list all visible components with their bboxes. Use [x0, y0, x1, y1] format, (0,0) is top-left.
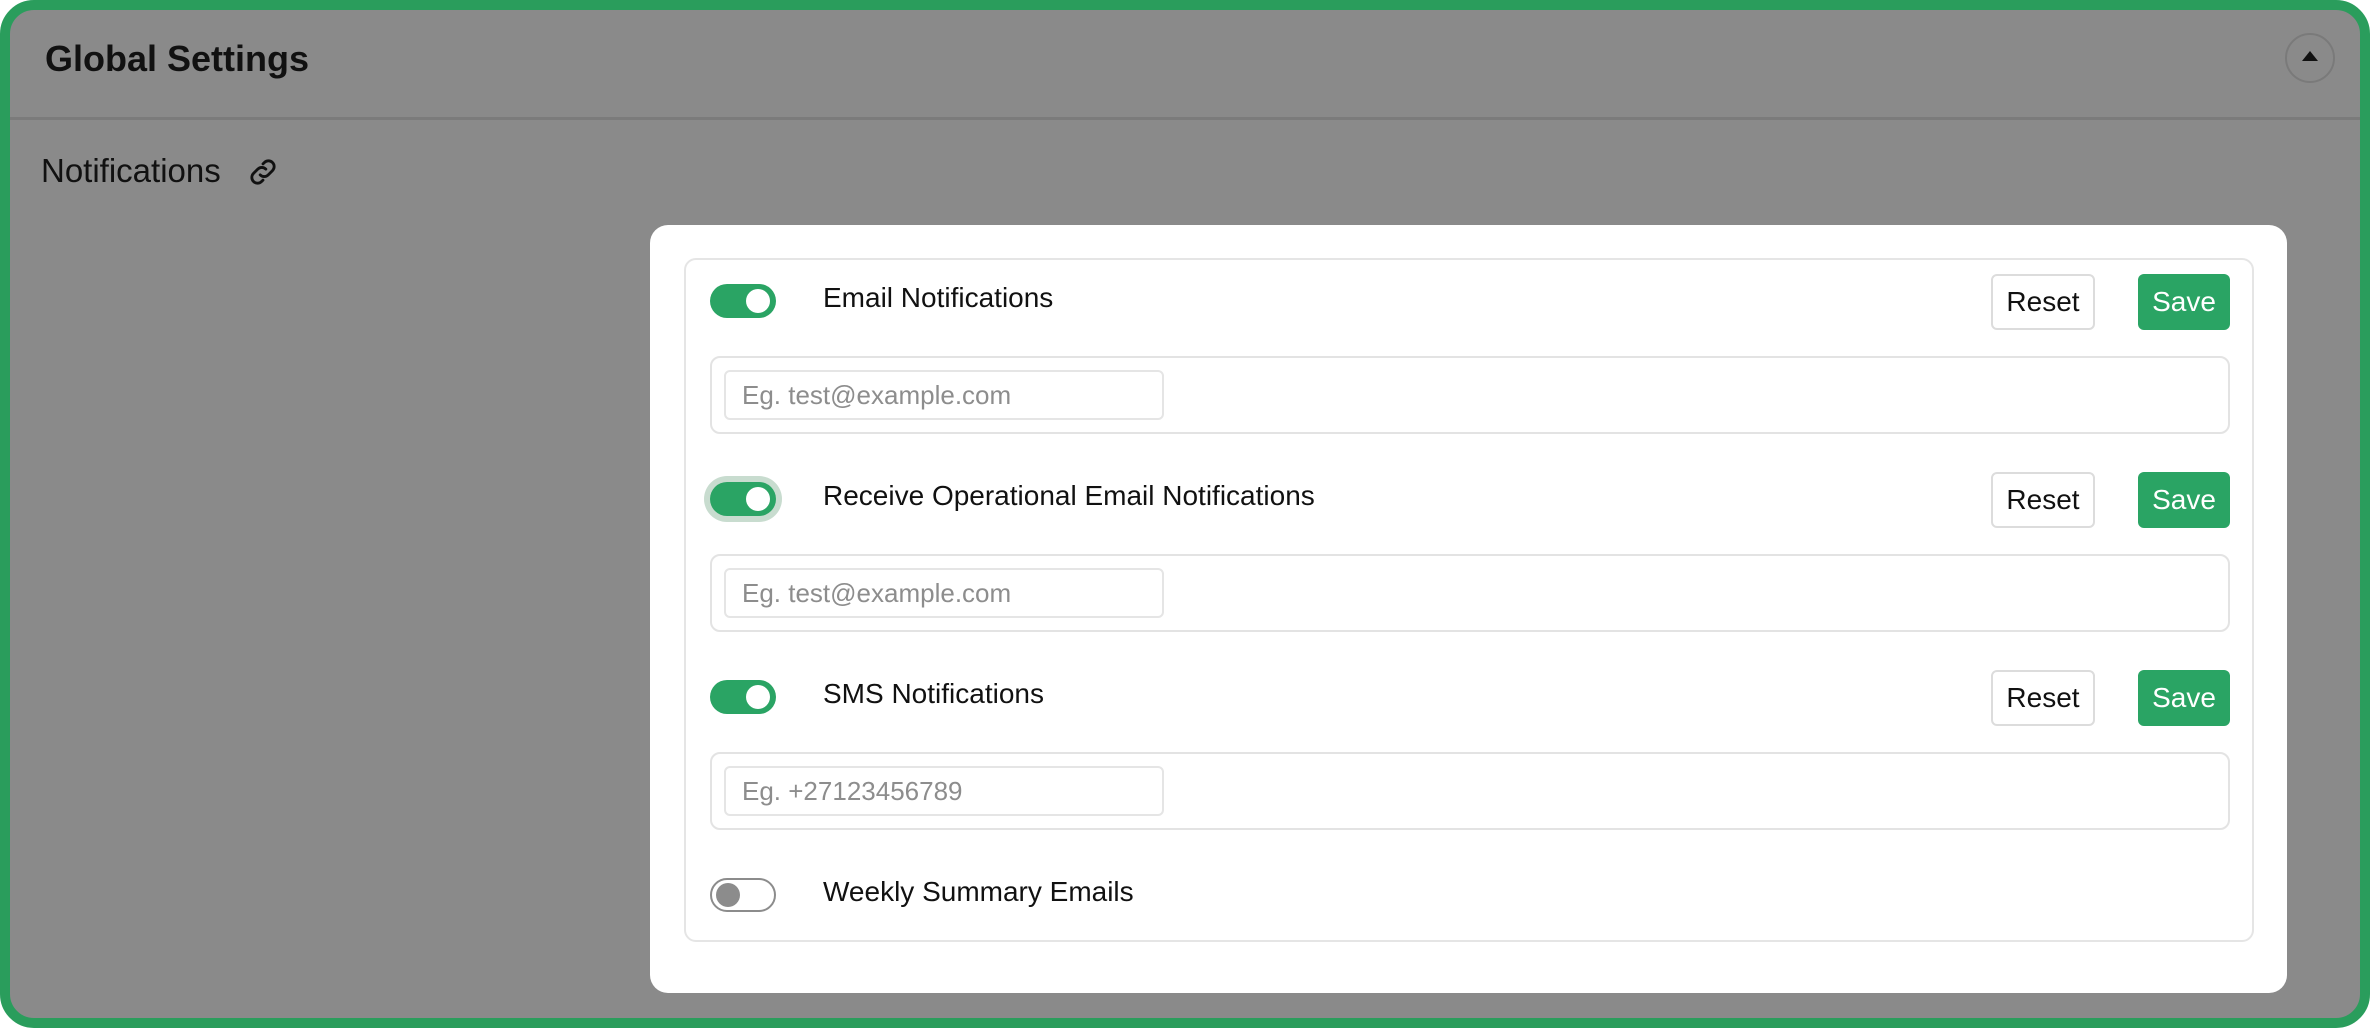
- notifications-heading: Notifications: [41, 152, 221, 189]
- reset-button[interactable]: Reset: [1991, 670, 2095, 726]
- operational-email-input-group: [710, 554, 2230, 632]
- setting-row-operational-email: Receive Operational Email Notifications …: [686, 458, 2252, 538]
- notifications-modal: Email Notifications Reset Save Receive O…: [650, 225, 2287, 993]
- reset-button[interactable]: Reset: [1991, 274, 2095, 330]
- notifications-panel: Email Notifications Reset Save Receive O…: [684, 258, 2254, 942]
- weekly-summary-toggle[interactable]: [710, 878, 776, 912]
- save-button[interactable]: Save: [2138, 670, 2230, 726]
- setting-label: Receive Operational Email Notifications: [823, 480, 1315, 511]
- save-button[interactable]: Save: [2138, 274, 2230, 330]
- setting-row-email: Email Notifications Reset Save: [686, 260, 2252, 340]
- setting-row-weekly-summary: Weekly Summary Emails: [686, 854, 2252, 934]
- settings-header: Global Settings: [10, 10, 2360, 120]
- reset-button[interactable]: Reset: [1991, 472, 2095, 528]
- toggle-knob: [746, 289, 770, 313]
- phone-input[interactable]: [724, 766, 1164, 816]
- setting-label: SMS Notifications: [823, 678, 1044, 709]
- operational-email-input[interactable]: [724, 568, 1164, 618]
- email-input-group: [710, 356, 2230, 434]
- operational-email-toggle[interactable]: [710, 482, 776, 516]
- email-input[interactable]: [724, 370, 1164, 420]
- caret-up-icon: [2301, 49, 2319, 67]
- toggle-knob: [746, 487, 770, 511]
- setting-label: Email Notifications: [823, 282, 1054, 313]
- save-button[interactable]: Save: [2138, 472, 2230, 528]
- toggle-knob: [746, 685, 770, 709]
- link-icon[interactable]: [246, 155, 280, 194]
- toggle-knob: [716, 883, 740, 907]
- email-notifications-toggle[interactable]: [710, 284, 776, 318]
- sms-input-group: [710, 752, 2230, 830]
- sms-notifications-toggle[interactable]: [710, 680, 776, 714]
- collapse-button[interactable]: [2285, 33, 2335, 83]
- page-title: Global Settings: [45, 38, 310, 79]
- setting-row-sms: SMS Notifications Reset Save: [686, 656, 2252, 736]
- setting-label: Weekly Summary Emails: [823, 876, 1134, 907]
